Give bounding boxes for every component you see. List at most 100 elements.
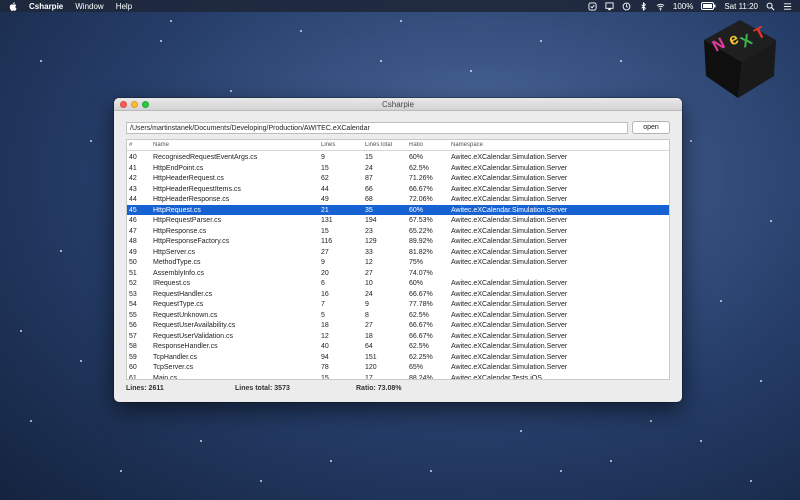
column-header-namespace[interactable]: Namespace [451, 142, 669, 148]
table-row[interactable]: 41 HttpEndPoint.cs 15 24 62.5% Awitec.eXCalen… [127, 163, 669, 174]
column-header-number[interactable]: # [129, 142, 153, 148]
table-row[interactable]: 54 RequestType.cs 7 9 77.78% Awitec.eXCalenda… [127, 299, 669, 310]
menubar-clock[interactable]: Sat 11:20 [724, 2, 758, 11]
cell-name: Main.cs [153, 374, 178, 380]
table-row[interactable]: 53 RequestHandler.cs 16 24 66.67% Awitec.eXCa… [127, 289, 669, 300]
cell-name: HttpResponse.cs [153, 227, 207, 235]
airplay-icon[interactable] [605, 1, 614, 11]
cell-ratio: 77.78% [409, 301, 433, 308]
minimize-button[interactable] [131, 101, 138, 108]
table-row[interactable]: 50 MethodType.cs 9 12 75% Awitec.eXCalendar.S… [127, 257, 669, 268]
cell-lines-total: 9 [365, 301, 369, 308]
table-row[interactable]: 60 TcpServer.cs 78 120 65% Awitec.eXCalendar.… [127, 362, 669, 373]
apple-icon[interactable] [9, 1, 17, 11]
table-row[interactable]: 47 HttpResponse.cs 15 23 65.22% Awitec.eXCale… [127, 226, 669, 237]
column-header-lines-total[interactable]: LinesTotal [365, 142, 409, 148]
table-row[interactable]: 57 RequestUserValidation.cs 12 18 66.67% Awit… [127, 331, 669, 342]
star [520, 430, 522, 432]
cell-number: 43 [129, 185, 137, 193]
cell-ratio: 60% [409, 206, 424, 214]
table-row[interactable]: 61 Main.cs 15 17 88.24% Awitec.eXCalendar.Tes… [127, 373, 669, 380]
check-icon[interactable] [588, 1, 597, 11]
notification-icon[interactable] [783, 2, 792, 11]
maximize-button[interactable] [142, 101, 149, 108]
cell-name: HttpHeaderResponse.cs [153, 196, 230, 203]
table-row[interactable]: 45 HttpRequest.cs 21 35 60% Awitec.eXCalendar… [127, 204, 669, 215]
cell-lines-total: 194 [365, 217, 377, 224]
cell-lines-total: 129 [365, 238, 377, 245]
menu-app-name[interactable]: Csharpie [29, 2, 63, 11]
cell-lines: 21 [321, 206, 329, 214]
cell-lines-total: 10 [365, 280, 373, 287]
star [120, 470, 122, 472]
star [400, 20, 402, 22]
column-header-lines[interactable]: Lines [321, 142, 365, 148]
menu-help[interactable]: Help [116, 2, 132, 11]
cell-namespace: Awitec.eXCalendar.Simulation.Server [451, 206, 568, 214]
bluetooth-icon[interactable] [639, 1, 648, 11]
table-row[interactable]: 51 AssemblyInfo.cs 20 27 74.07% [127, 268, 669, 279]
cell-lines-total: 27 [365, 269, 373, 277]
star [300, 30, 302, 32]
cell-number: 44 [129, 196, 137, 203]
cell-lines: 5 [321, 311, 325, 319]
table-row[interactable]: 52 IRequest.cs 6 10 60% Awitec.eXCalendar.Sim… [127, 278, 669, 289]
window-titlebar[interactable]: Csharpie [114, 98, 682, 111]
table-row[interactable]: 56 RequestUserAvailability.cs 18 27 66.67% Aw… [127, 320, 669, 331]
app-window: Csharpie /Users/martinstanek/Documents/D… [114, 98, 682, 402]
menubar: Csharpie Window Help 100% Sat 11:20 [0, 0, 800, 12]
cell-lines: 94 [321, 353, 329, 361]
cell-namespace: Awitec.eXCalendar.Simulation.Server [451, 301, 568, 308]
cell-lines-total: 120 [365, 364, 377, 371]
cell-ratio: 89.92% [409, 238, 433, 245]
star [750, 480, 752, 482]
status-lines-total: Lines total: 3573 [235, 385, 290, 392]
cell-number: 47 [129, 227, 137, 235]
files-table[interactable]: # Name Lines LinesTotal Ratio Namespace … [126, 139, 670, 380]
cell-lines-total: 23 [365, 227, 373, 235]
cell-namespace: Awitec.eXCalendar.Simulation.Server [451, 280, 568, 287]
path-input[interactable]: /Users/martinstanek/Documents/Developing… [126, 122, 628, 134]
column-header-ratio[interactable]: Ratio [409, 142, 451, 148]
table-row[interactable]: 59 TcpHandler.cs 94 151 62.25% Awitec.eXCalen… [127, 352, 669, 363]
time-machine-icon[interactable] [622, 2, 631, 11]
table-row[interactable]: 48 HttpResponseFactory.cs 116 129 89.92% Awit… [127, 236, 669, 247]
cell-namespace: Awitec.eXCalendar.Simulation.Server [451, 217, 568, 224]
close-button[interactable] [120, 101, 127, 108]
table-row[interactable]: 40 RecognisedRequestEventArgs.cs 9 15 60% Awi… [127, 152, 669, 163]
table-row[interactable]: 42 HttpHeaderRequest.cs 62 87 71.26% Awitec.e… [127, 173, 669, 184]
cell-lines-total: 17 [365, 374, 373, 380]
star [720, 300, 722, 302]
cell-number: 40 [129, 154, 137, 161]
cell-ratio: 62.5% [409, 311, 429, 319]
cell-number: 58 [129, 343, 137, 350]
star [90, 140, 92, 142]
wifi-icon[interactable] [656, 2, 665, 11]
cell-lines: 18 [321, 322, 329, 329]
table-row[interactable]: 43 HttpHeaderRequestItems.cs 44 66 66.67% Awi… [127, 184, 669, 195]
column-header-name[interactable]: Name [153, 142, 321, 148]
battery-icon[interactable] [701, 2, 716, 10]
cell-lines: 7 [321, 301, 325, 308]
cell-ratio: 66.67% [409, 185, 433, 193]
star [470, 70, 472, 72]
star [30, 420, 32, 422]
table-row[interactable]: 49 HttpServer.cs 27 33 81.82% Awitec.eXCalend… [127, 247, 669, 258]
star [560, 470, 562, 472]
cell-namespace: Awitec.eXCalendar.Simulation.Server [451, 175, 568, 182]
table-row[interactable]: 46 HttpRequestParser.cs 131 194 67.53% Awitec… [127, 215, 669, 226]
cell-name: MethodType.cs [153, 259, 201, 266]
table-row[interactable]: 58 ResponseHandler.cs 40 64 62.5% Awitec.eXCa… [127, 341, 669, 352]
cell-namespace: Awitec.eXCalendar.Simulation.Server [451, 248, 568, 256]
cell-ratio: 66.67% [409, 290, 433, 298]
star [40, 60, 42, 62]
menu-window[interactable]: Window [75, 2, 103, 11]
open-button[interactable]: open [632, 121, 670, 134]
cell-lines: 15 [321, 374, 329, 380]
star [770, 220, 772, 222]
cell-ratio: 60% [409, 154, 424, 161]
table-row[interactable]: 55 RequestUnknown.cs 5 8 62.5% Awitec.eXCalen… [127, 310, 669, 321]
search-icon[interactable] [766, 2, 775, 11]
table-row[interactable]: 44 HttpHeaderResponse.cs 49 68 72.06% Awitec.… [127, 194, 669, 205]
cell-number: 45 [129, 206, 137, 214]
